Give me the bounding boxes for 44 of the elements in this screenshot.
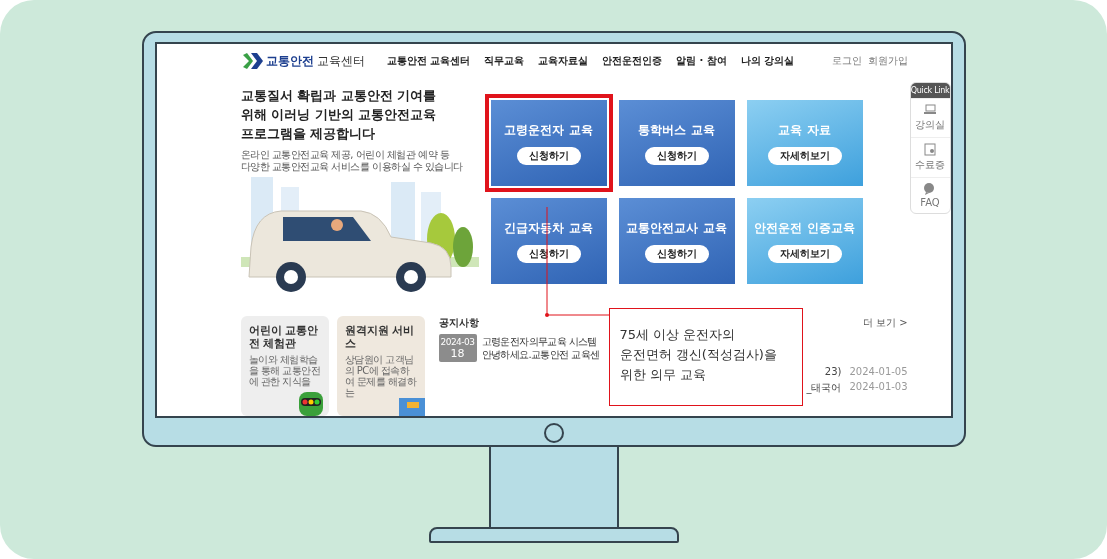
nav-link[interactable]: 나의 강의실	[740, 54, 795, 68]
notice-date: 2024-01-03	[849, 381, 908, 394]
promo-card[interactable]: 어린이 교통안전 체험관 놀이와 체험학습을 통해 교통안전에 관한 지식을	[240, 316, 329, 416]
callout-text: 75세 이상 운전자의 운전면허 갱신(적성검사)을 위한 의무 교육	[608, 308, 803, 406]
course-title: 고령운전자 교육	[504, 121, 593, 139]
quick-link-label[interactable]: 강의실	[915, 118, 946, 132]
hero-heading: 교통질서 확립과 교통안전 기여를 위해 이러닝 기반의 교통안전교육 프로그램을 제공합니다	[240, 87, 438, 143]
course-title: 교육 자료	[778, 121, 831, 139]
notices-title: 공지사항	[438, 316, 479, 330]
course-button[interactable]: 신청하기	[644, 244, 709, 263]
nav-link[interactable]: 안전운전인증	[602, 54, 662, 68]
promo-title: 원격지원 서비스	[344, 324, 416, 350]
more-link[interactable]: 더 보기 >	[862, 316, 908, 330]
promo-description: 놀이와 체험학습을 통해 교통안전에 관한 지식을	[248, 354, 321, 387]
quick-link-label[interactable]: FAQ	[920, 197, 940, 208]
date-badge: 2024-03 18	[438, 334, 477, 362]
nav-link[interactable]: 알림 · 참여	[676, 54, 727, 68]
nav-link[interactable]: 교육자료실	[538, 54, 588, 68]
logo-brand: 교통안전	[265, 52, 314, 70]
header-link[interactable]: 로그인	[831, 54, 862, 68]
hero-subtitle: 온라인 교통안전교육 제공, 어린이 체험관 예약 등 다양한 교통안전교육 서비스를 이용하실 수 있습니다	[240, 149, 464, 173]
header-link[interactable]: 회원가입	[867, 54, 908, 68]
notice-title[interactable]: 23)	[824, 366, 842, 377]
course-button[interactable]: 신청하기	[516, 244, 581, 263]
logo-text: 교육센터	[316, 52, 365, 70]
notice-text[interactable]: 고령운전자의무교육 시스템 안녕하세요.교통안전 교육센	[481, 335, 600, 361]
course-title: 교통안전교사 교육	[626, 219, 727, 237]
quick-link-title: Quick Link	[910, 83, 950, 98]
course-card[interactable]: 고령운전자 교육 신청하기	[484, 94, 613, 192]
course-button[interactable]: 신청하기	[516, 146, 581, 165]
course-button[interactable]: 자세히보기	[767, 146, 842, 165]
notice-date: 2024-01-05	[849, 366, 908, 377]
promo-description: 상담원이 고객님의 PC에 접속하여 문제를 해결하는	[344, 354, 417, 398]
course-button[interactable]: 자세히보기	[767, 244, 842, 263]
course-title: 통학버스 교육	[638, 121, 715, 139]
quick-link-label[interactable]: 수료증	[915, 158, 946, 172]
promo-card[interactable]: 원격지원 서비스 상담원이 고객님의 PC에 접속하여 문제를 해결하는	[336, 316, 425, 416]
notice-title[interactable]: _태국어	[806, 381, 842, 395]
nav-link[interactable]: 교통안전 교육센터	[386, 54, 470, 68]
course-title: 긴급자동차 교육	[504, 219, 593, 237]
promo-title: 어린이 교통안전 체험관	[248, 324, 320, 350]
course-title: 안전운전 인증교육	[754, 219, 855, 237]
nav-link[interactable]: 직무교육	[484, 54, 524, 68]
course-button[interactable]: 신청하기	[644, 146, 709, 165]
